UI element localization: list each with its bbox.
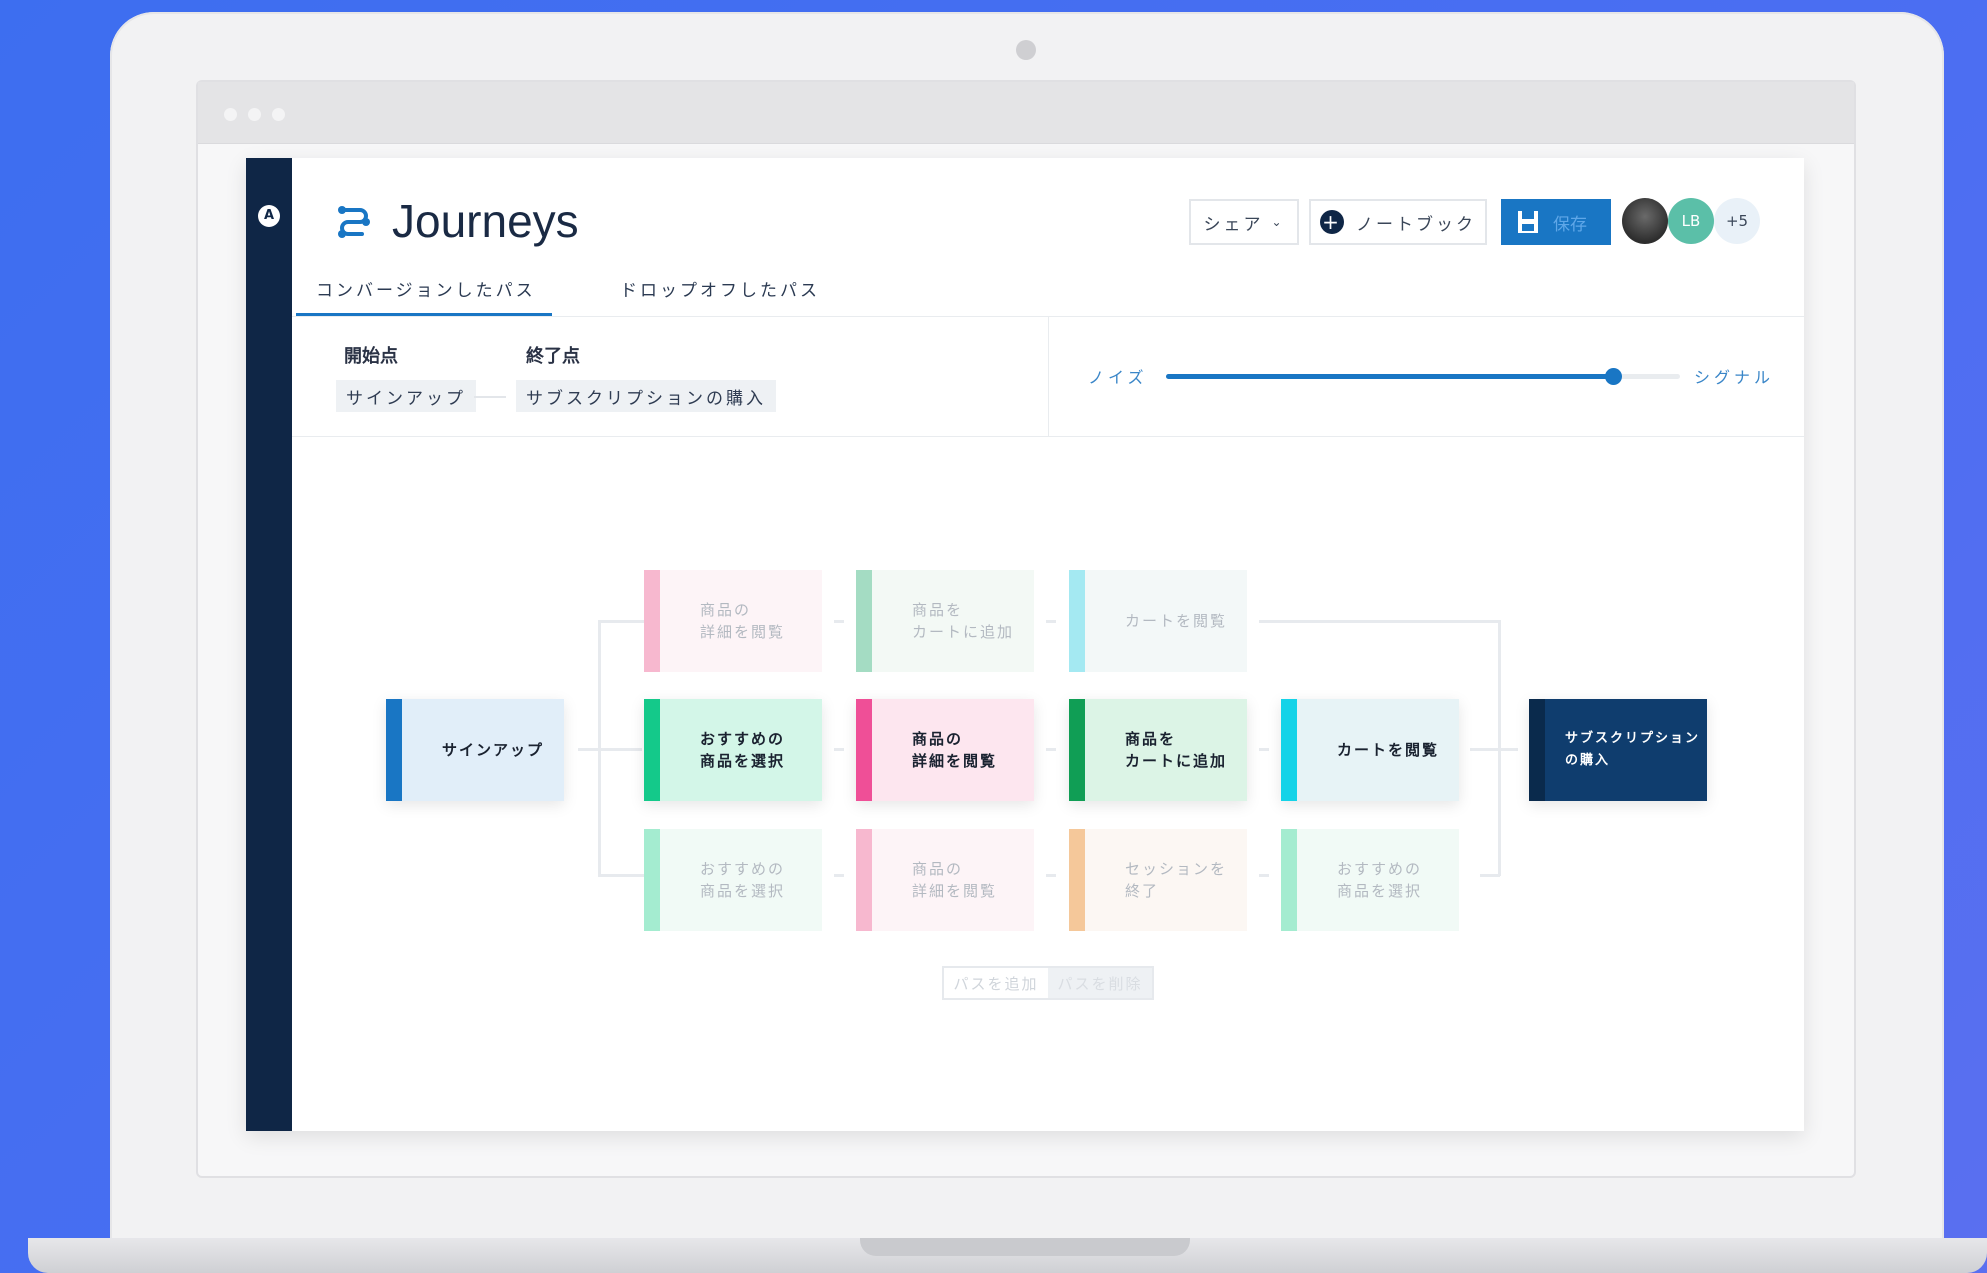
flow-node[interactable]: 商品を カートに追加 xyxy=(1069,699,1247,801)
save-icon xyxy=(1518,211,1538,233)
flow-connector xyxy=(578,748,642,751)
flow-node-start[interactable]: サインアップ xyxy=(386,699,564,801)
save-label: 保存 xyxy=(1553,214,1587,235)
sidebar: A xyxy=(246,158,292,1131)
flow-node[interactable]: セッションを 終了 xyxy=(1069,829,1247,931)
window-dot[interactable] xyxy=(248,108,261,121)
slider-handle[interactable] xyxy=(1605,368,1623,385)
avatar[interactable] xyxy=(1622,198,1668,244)
start-point-chip[interactable]: サインアップ xyxy=(336,380,476,412)
save-button[interactable]: 保存 xyxy=(1501,199,1611,245)
flow-node[interactable]: 商品を カートに追加 xyxy=(856,570,1034,672)
flow-connector xyxy=(1470,748,1518,751)
share-label: シェア xyxy=(1203,214,1264,235)
flow-connector xyxy=(834,748,844,751)
camera-dot xyxy=(1016,40,1036,60)
end-label: 終了点 xyxy=(526,346,580,367)
flow-connector xyxy=(834,874,844,877)
page-title: Journeys xyxy=(392,195,579,247)
divider xyxy=(1048,316,1049,436)
share-button[interactable]: シェア ⌄ xyxy=(1189,199,1299,245)
flow-connector xyxy=(1262,620,1498,623)
flow-node[interactable]: カートを閲覧 xyxy=(1069,570,1247,672)
flow-connector xyxy=(1046,620,1056,623)
divider xyxy=(292,436,1804,437)
flow-connector xyxy=(1259,874,1269,877)
plus-circle-icon: + xyxy=(1320,210,1344,234)
start-label: 開始点 xyxy=(344,346,398,367)
app-logo-icon[interactable]: A xyxy=(258,205,280,227)
remove-path-button[interactable]: パスを削除 xyxy=(1048,968,1152,998)
flow-node[interactable]: おすすめの 商品を選択 xyxy=(1281,829,1459,931)
flow-node[interactable]: 商品の 詳細を閲覧 xyxy=(856,829,1034,931)
chevron-down-icon: ⌄ xyxy=(1271,215,1285,229)
flow-connector xyxy=(598,874,644,877)
flow-node[interactable]: 商品の 詳細を閲覧 xyxy=(856,699,1034,801)
noise-signal-slider[interactable] xyxy=(1166,368,1680,385)
laptop-notch xyxy=(860,1238,1190,1256)
journeys-app: A Journeys コンバージョンしたパス ドロップオフしたパス シェア ⌄ … xyxy=(246,158,1804,1131)
flow-connector xyxy=(598,620,601,876)
window-dot[interactable] xyxy=(224,108,237,121)
flow-connector xyxy=(834,620,844,623)
flow-node[interactable]: おすすめの 商品を選択 xyxy=(644,829,822,931)
add-path-button[interactable]: パスを追加 xyxy=(944,968,1048,998)
signal-label: シグナル xyxy=(1694,368,1775,387)
avatar-lb[interactable]: LB xyxy=(1668,198,1714,244)
flow-node-end[interactable]: サブスクリプション の購入 xyxy=(1529,699,1707,801)
path-actions: パスを追加 パスを削除 xyxy=(942,966,1154,1000)
avatar-more[interactable]: +5 xyxy=(1714,198,1760,244)
flow-connector xyxy=(598,620,644,623)
notebook-label: ノートブック xyxy=(1356,214,1476,235)
chip-connector xyxy=(474,396,506,398)
flow-connector xyxy=(1046,874,1056,877)
tab-dropoff-paths[interactable]: ドロップオフしたパス xyxy=(620,276,820,301)
flow-node[interactable]: おすすめの 商品を選択 xyxy=(644,699,822,801)
flow-connector xyxy=(1480,874,1500,877)
tab-converted-paths[interactable]: コンバージョンしたパス xyxy=(296,276,552,316)
flow-node[interactable]: カートを閲覧 xyxy=(1281,699,1459,801)
flow-node[interactable]: 商品の 詳細を閲覧 xyxy=(644,570,822,672)
browser-toolbar xyxy=(198,82,1854,144)
flow-connector xyxy=(1046,748,1056,751)
notebook-button[interactable]: + ノートブック xyxy=(1309,199,1487,245)
slider-fill xyxy=(1166,374,1614,379)
noise-label: ノイズ xyxy=(1088,368,1148,387)
journeys-icon xyxy=(338,206,370,238)
window-dot[interactable] xyxy=(272,108,285,121)
flow-connector xyxy=(1259,748,1269,751)
end-point-chip[interactable]: サブスクリプションの購入 xyxy=(516,380,776,412)
